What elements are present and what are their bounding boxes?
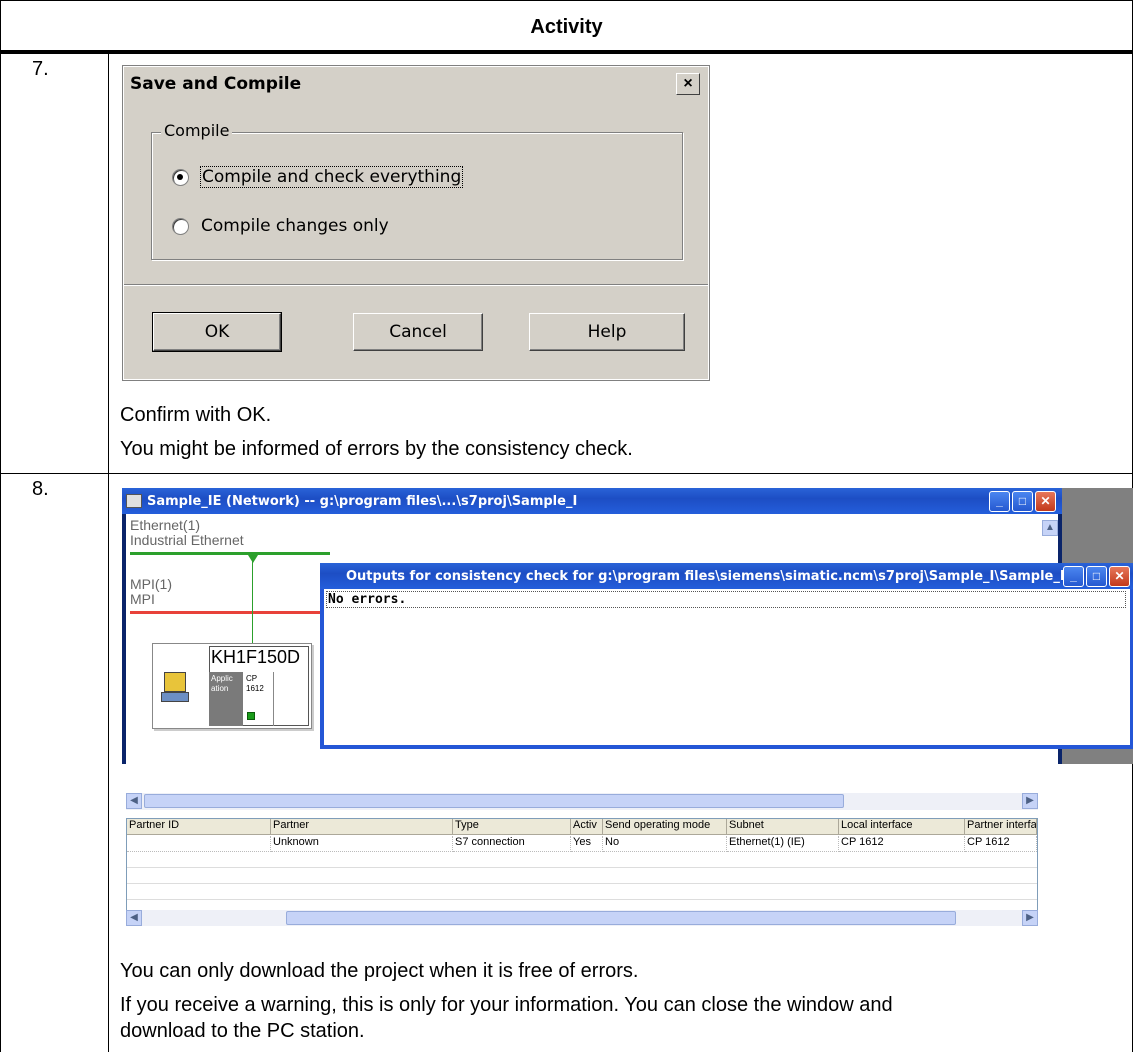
step8-paragraph-2: If you receive a warning, this is only f… <box>120 994 893 1016</box>
scroll-left-arrow-icon[interactable]: ◀ <box>126 793 142 809</box>
radio-selected-icon <box>172 168 189 186</box>
canvas-horizontal-scrollbar[interactable]: ◀ ▶ <box>126 793 1038 809</box>
table-row-cell: CP 1612 <box>839 836 965 852</box>
cancel-button[interactable]: Cancel <box>353 313 483 351</box>
table-row-cell: CP 1612 <box>965 836 1037 852</box>
compile-groupbox <box>151 132 683 260</box>
station-connector-line <box>252 555 253 643</box>
grid-scroll-right-arrow-icon[interactable]: ▶ <box>1022 910 1038 926</box>
maximize-button[interactable]: □ <box>1012 491 1033 512</box>
consistency-close-button[interactable]: ✕ <box>1109 566 1130 587</box>
table-row-cell: Ethernet(1) (IE) <box>727 836 839 852</box>
option-compile-everything[interactable]: Compile and check everything <box>172 166 464 188</box>
consistency-titlebar: Outputs for consistency check for g:\pro… <box>320 563 1133 589</box>
dialog-title: Save and Compile <box>130 74 302 94</box>
dialog-close-button[interactable]: × <box>676 73 700 95</box>
connection-table: Partner ID Partner Type Activ Send opera… <box>127 819 1037 909</box>
col-header-partner-id[interactable]: Partner ID <box>127 819 271 835</box>
help-button[interactable]: Help <box>529 313 685 351</box>
table-row-cell: Yes <box>571 836 603 852</box>
grid-scroll-left-arrow-icon[interactable]: ◀ <box>126 910 142 926</box>
col-header-local-interface[interactable]: Local interface <box>839 819 965 835</box>
canvas-scroll-thumb[interactable] <box>144 794 844 808</box>
ethernet-line <box>130 552 330 555</box>
consistency-message: No errors. <box>326 591 1126 608</box>
network-app-icon <box>126 494 142 508</box>
station-name: KH1F150D <box>211 647 301 667</box>
step8-paragraph-1: You can only download the project when i… <box>120 960 639 982</box>
empty-grid-rows <box>127 852 1037 908</box>
option-label: Compile changes only <box>201 216 389 236</box>
netpro-title: Sample_IE (Network) -- g:\program files\… <box>147 493 578 509</box>
consistency-minimize-button[interactable]: _ <box>1063 566 1084 587</box>
grid-horizontal-scrollbar[interactable]: ◀ ▶ <box>126 910 1038 926</box>
step-number-8: 8. <box>32 478 49 500</box>
col-header-type[interactable]: Type <box>453 819 571 835</box>
scroll-right-arrow-icon[interactable]: ▶ <box>1022 793 1038 809</box>
application-module-label: Applic ation <box>211 674 233 693</box>
option-label: Compile and check everything <box>199 166 464 188</box>
ethernet-connection-point <box>248 555 258 563</box>
ok-button[interactable]: OK <box>152 312 282 352</box>
netpro-titlebar: Sample_IE (Network) -- g:\program files\… <box>122 488 1062 514</box>
netpro-screenshot: Sample_IE (Network) -- g:\program files\… <box>122 488 1133 810</box>
step7-paragraph-1: Confirm with OK. <box>120 404 272 426</box>
rack-slot-divider <box>273 672 274 726</box>
step7-paragraph-2: You might be informed of errors by the c… <box>120 438 633 460</box>
table-header: Activity <box>530 16 603 38</box>
col-header-subnet[interactable]: Subnet <box>727 819 839 835</box>
step-number-7: 7. <box>32 58 49 80</box>
subnet-mpi-name: MPI(1) <box>130 576 172 592</box>
consistency-maximize-button[interactable]: □ <box>1086 566 1107 587</box>
radio-empty-icon <box>172 217 189 235</box>
mpi-line <box>130 611 330 614</box>
table-row-cell: Unknown <box>271 836 453 852</box>
step8-paragraph-3: download to the PC station. <box>120 1020 365 1042</box>
consistency-window: Outputs for consistency check for g:\pro… <box>320 563 1133 749</box>
minimize-button[interactable]: _ <box>989 491 1010 512</box>
table-row-cell: No <box>603 836 727 852</box>
cp-module-label-2: 1612 <box>246 684 264 693</box>
cp-status-led <box>247 712 255 720</box>
col-header-partner-interface[interactable]: Partner interfa <box>965 819 1037 835</box>
consistency-title: Outputs for consistency check for g:\pro… <box>346 568 1074 584</box>
consistency-output: No errors. <box>324 589 1130 745</box>
table-row-cell: S7 connection <box>453 836 571 852</box>
col-header-send-mode[interactable]: Send operating mode <box>603 819 727 835</box>
table-row-cell <box>127 836 271 852</box>
dialog-separator <box>124 284 708 286</box>
subnet-ethernet-type: Industrial Ethernet <box>130 532 244 548</box>
pc-station-icon <box>161 672 189 702</box>
compile-group-label: Compile <box>161 121 233 140</box>
col-header-active[interactable]: Activ <box>571 819 603 835</box>
grid-scroll-thumb[interactable] <box>286 911 956 925</box>
subnet-ethernet-name: Ethernet(1) <box>130 517 201 533</box>
subnet-mpi-type: MPI <box>130 591 155 607</box>
scroll-up-arrow-icon[interactable]: ▲ <box>1042 520 1058 536</box>
cp-module-label-1: CP <box>246 674 258 683</box>
option-compile-changes[interactable]: Compile changes only <box>172 216 389 236</box>
pc-station[interactable]: KH1F150D Applic ation CP 1612 <box>152 643 312 729</box>
save-compile-dialog: Save and Compile × Compile Compile and c… <box>122 65 710 381</box>
close-button[interactable]: ✕ <box>1035 491 1056 512</box>
col-header-partner[interactable]: Partner <box>271 819 453 835</box>
